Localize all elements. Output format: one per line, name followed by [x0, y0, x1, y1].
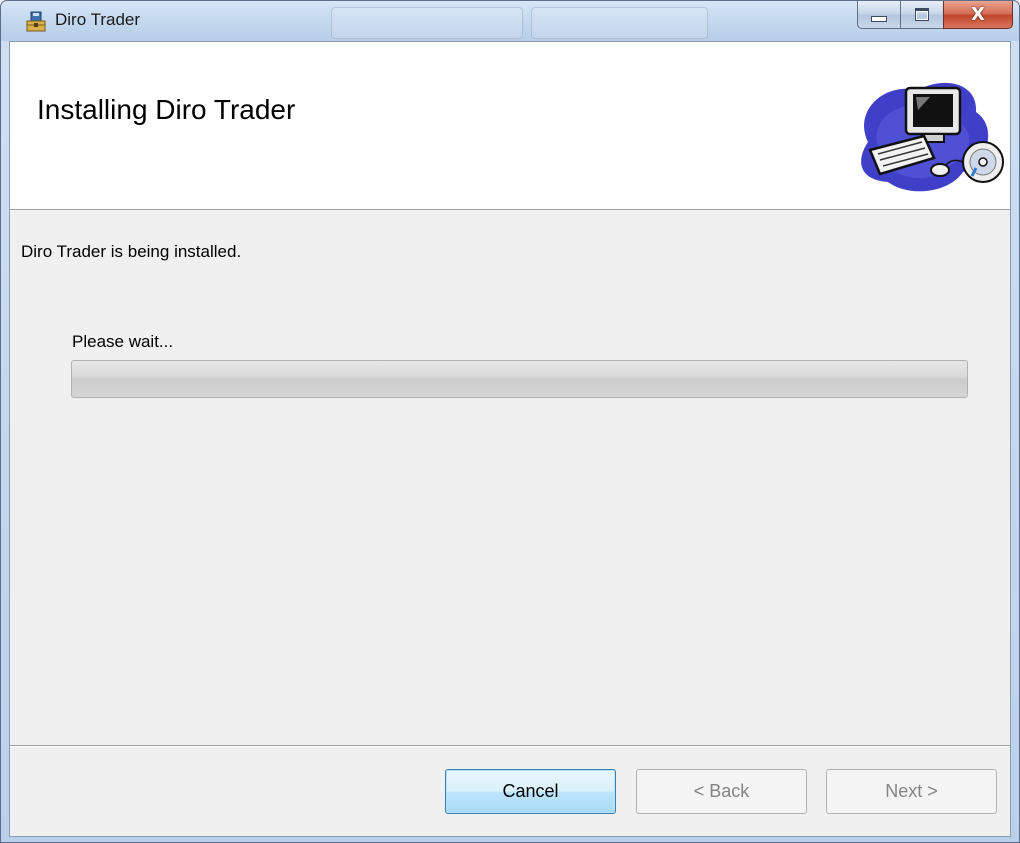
- install-progress-bar: [71, 360, 968, 398]
- computer-cd-clipart-icon: [861, 82, 1004, 192]
- please-wait-label: Please wait...: [72, 332, 174, 351]
- title-bar[interactable]: Diro Trader X: [1, 1, 1019, 41]
- caption-buttons: X: [857, 1, 1013, 29]
- minimize-icon: [871, 15, 887, 22]
- header-banner: Installing Diro Trader: [10, 42, 1010, 210]
- minimize-button[interactable]: [857, 1, 900, 29]
- footer-separator: [10, 745, 1010, 747]
- next-button[interactable]: Next >: [826, 769, 997, 814]
- cancel-button[interactable]: Cancel: [445, 769, 616, 814]
- installer-app-icon: [26, 11, 46, 32]
- installer-window: Diro Trader X Installing Diro Trader Dir…: [0, 0, 1020, 843]
- install-status-text: Diro Trader is being installed.: [21, 242, 242, 261]
- background-glass-reflection: [331, 7, 523, 39]
- back-button[interactable]: < Back: [636, 769, 807, 814]
- background-glass-reflection: [531, 7, 708, 39]
- close-icon: X: [971, 3, 985, 25]
- maximize-button[interactable]: [900, 1, 943, 29]
- close-button[interactable]: X: [943, 1, 1013, 29]
- page-title: Installing Diro Trader: [37, 94, 296, 125]
- client-area: Installing Diro Trader Diro Trader is be…: [9, 41, 1011, 837]
- window-title: Diro Trader: [55, 10, 141, 29]
- maximize-icon: [915, 8, 929, 21]
